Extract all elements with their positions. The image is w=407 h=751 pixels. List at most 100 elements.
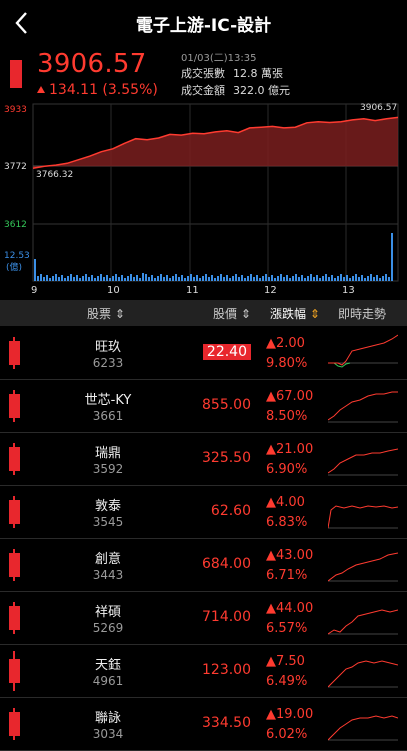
volume-bar [214,278,216,281]
stock-header[interactable]: 股票 ⇕ [87,305,125,322]
stock-change: ▲43.00 [266,548,314,563]
volume-bar [358,277,360,281]
last-value-label: 3906.57 [360,103,397,113]
volume-bar [181,275,183,281]
volume-bar [271,275,273,281]
volume-bar [136,275,138,281]
table-row[interactable]: 世芯-KY 3661 855.00 ▲67.00 8.50% [0,380,407,433]
volume-bar [325,274,327,281]
price-header[interactable]: 股價 ⇕ [213,305,251,322]
open-value-label: 3766.32 [36,170,73,180]
intraday-chart[interactable]: 3933 3772 3766.32 3906.57 3612 12.53 (億)… [0,100,407,300]
volume-bar [187,276,189,281]
volume-bar [37,276,39,281]
stock-code: 4961 [92,674,124,688]
volume-bar [256,275,258,281]
volume-bar [274,278,276,281]
candle-body [9,500,20,524]
sort-icon: ⇕ [309,307,320,321]
volume-bar [268,277,270,281]
x-tick-label: 10 [107,285,120,296]
volume-bar [241,275,243,281]
stock-header-label: 股票 [87,307,112,321]
volume-bar [139,278,141,281]
table-row[interactable]: 瑞鼎 3592 325.50 ▲21.00 6.90% [0,433,407,486]
volume-bar [79,278,81,281]
table-row[interactable]: 天鈺 4961 123.00 ▲7.50 6.49% [0,645,407,698]
volume-bar [70,274,72,281]
volume-bar [217,276,219,281]
table-row[interactable]: 祥碩 5269 714.00 ▲44.00 6.57% [0,592,407,645]
candle-body [9,394,20,418]
volume-bar [73,277,75,281]
volume-bar [196,275,198,281]
volume-bar [61,275,63,281]
stock-change-value: 4.00 [276,495,305,510]
stock-change-pct: 6.90% [266,462,308,477]
y-prev-label: 3772 [4,162,27,172]
volume-bar [100,274,102,281]
sparkline [328,391,398,423]
sparkline [328,505,398,529]
stock-change: ▲19.00 [266,707,314,722]
volume-bar [40,274,42,281]
volume-bar [373,277,375,281]
volume-bar [346,275,348,281]
volume-bar [364,278,366,281]
volume-bars [34,233,393,281]
volume-bar [124,278,126,281]
candle-body [9,447,20,471]
volume-bar [199,278,201,281]
stock-code: 3661 [92,409,124,423]
table-row[interactable]: 旺玖 6233 22.40 ▲2.00 9.80% [0,327,407,380]
volume-bar [82,276,84,281]
volume-max-label: 12.53 [4,251,30,261]
volume-bar [169,278,171,281]
table-row[interactable]: 創意 3443 684.00 ▲43.00 6.71% [0,539,407,592]
volume-bar [46,275,48,281]
volume-bar [376,275,378,281]
quote-datetime: 01/03(二)13:35 [181,53,257,64]
sparkline [328,609,398,635]
stock-change-pct: 6.49% [266,674,308,689]
stock-change: ▲21.00 [266,442,314,457]
volume-bar [232,276,234,281]
stock-change: ▲4.00 [266,495,305,510]
stock-price: 62.60 [210,503,251,519]
volume-bar [88,277,90,281]
volume-bar [286,275,288,281]
volume-bar [43,277,45,281]
sparkline [328,334,398,368]
index-price: 3906.57 [37,49,147,79]
x-tick-label: 12 [264,285,277,296]
table-row[interactable]: 聯詠 3034 334.50 ▲19.00 6.02% [0,698,407,751]
volume-bar [190,274,192,281]
volume-bar [64,278,66,281]
stock-change-value: 7.50 [276,654,305,669]
volume-bar [91,275,93,281]
volume-bar [154,278,156,281]
volume-bar [97,276,99,281]
stock-change: ▲67.00 [266,389,314,404]
volume-bar [193,277,195,281]
volume-bar [298,277,300,281]
volume-bar [334,278,336,281]
stock-change-pct: 8.50% [266,409,308,424]
table-row[interactable]: 敦泰 3545 62.60 ▲4.00 6.83% [0,486,407,539]
volume-bar [235,274,237,281]
stock-price: 22.40 [202,344,251,360]
volume-bar [337,276,339,281]
price-header-label: 股價 [213,307,238,321]
y-low-label: 3612 [4,220,27,230]
volume-bar [283,277,285,281]
change-header[interactable]: 漲跌幅 ⇕ [270,305,320,322]
amount-label: 成交金額 [181,84,225,97]
candle-body [9,341,20,365]
candle-body [9,606,20,630]
volume-bar [361,275,363,281]
y-high-label: 3933 [4,105,27,115]
volume-bar [289,278,291,281]
stock-price: 714.00 [202,609,251,625]
volume-bar [58,277,60,281]
volume-bar [385,274,387,281]
